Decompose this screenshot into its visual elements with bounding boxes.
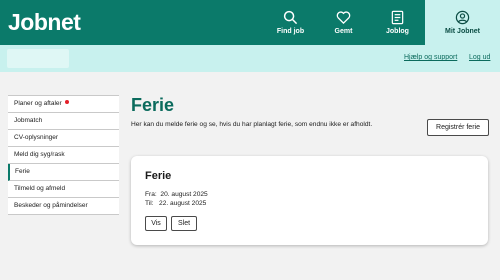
nav-joblog[interactable]: Joblog [371,0,424,45]
sidebar-item-jobmatch[interactable]: Jobmatch [8,113,119,130]
from-label: Fra: [145,191,157,198]
log-icon [391,10,404,25]
sidebar-item-beskeder[interactable]: Beskeder og påmindelser [8,198,119,215]
sidebar-item-label: Beskeder og påmindelser [14,202,88,209]
from-date: 20. august 2025 [160,191,208,198]
nav-label: Gemt [334,28,353,35]
sidebar-item-label: Meld dig syg/rask [14,151,65,158]
help-support-link[interactable]: Hjælp og support [404,54,457,61]
page-title: Ferie [131,95,175,115]
sidebar-item-label: Tilmeld og afmeld [14,185,66,192]
delete-button[interactable]: Slet [171,216,197,231]
top-bar: Jobnet Find job Gemt Joblog Mit Jobnet [0,0,500,45]
logout-link[interactable]: Log ud [469,54,490,61]
sidebar-item-ferie[interactable]: Ferie [8,164,119,181]
nav-label: Mit Jobnet [445,28,480,35]
sidebar-item-label: Planer og aftaler [14,100,62,107]
jobnet-logo[interactable]: Jobnet [8,9,81,35]
notification-dot [64,100,69,104]
to-line: Til: 22. august 2025 [145,199,206,208]
view-button[interactable]: Vis [145,216,167,231]
user-name-chip [7,49,69,68]
sidebar-item-tilmeld-og-afmeld[interactable]: Tilmeld og afmeld [8,181,119,198]
nav-find-job[interactable]: Find job [264,0,317,45]
heart-icon [336,11,351,25]
nav-mit-jobnet[interactable]: Mit Jobnet [425,0,500,45]
nav-label: Find job [276,28,305,35]
card-title: Ferie [145,170,172,182]
to-label: Til: [145,200,154,207]
sidebar-item-label: Ferie [15,168,30,175]
vacation-card: Ferie Fra: 20. august 2025 Til: 22. augu… [131,156,488,245]
from-line: Fra: 20. august 2025 [145,190,208,199]
to-date: 22. august 2025 [159,200,207,207]
sidebar-item-label: Jobmatch [14,117,43,124]
register-vacation-button[interactable]: Registrér ferie [427,119,489,136]
user-icon [455,10,470,25]
sidebar-item-cv-oplysninger[interactable]: CV-oplysninger [8,130,119,147]
search-icon [283,10,298,25]
sidebar-item-meld-syg-rask[interactable]: Meld dig syg/rask [8,147,119,164]
sidebar-item-label: CV-oplysninger [14,134,59,141]
nav-gemt[interactable]: Gemt [317,0,370,45]
page-description: Her kan du melde ferie og se, hvis du ha… [131,121,373,128]
sidebar-item-planer-og-aftaler[interactable]: Planer og aftaler [8,96,119,113]
nav-label: Joblog [386,28,409,35]
sidebar-menu: Planer og aftaler Jobmatch CV-oplysninge… [8,95,119,215]
